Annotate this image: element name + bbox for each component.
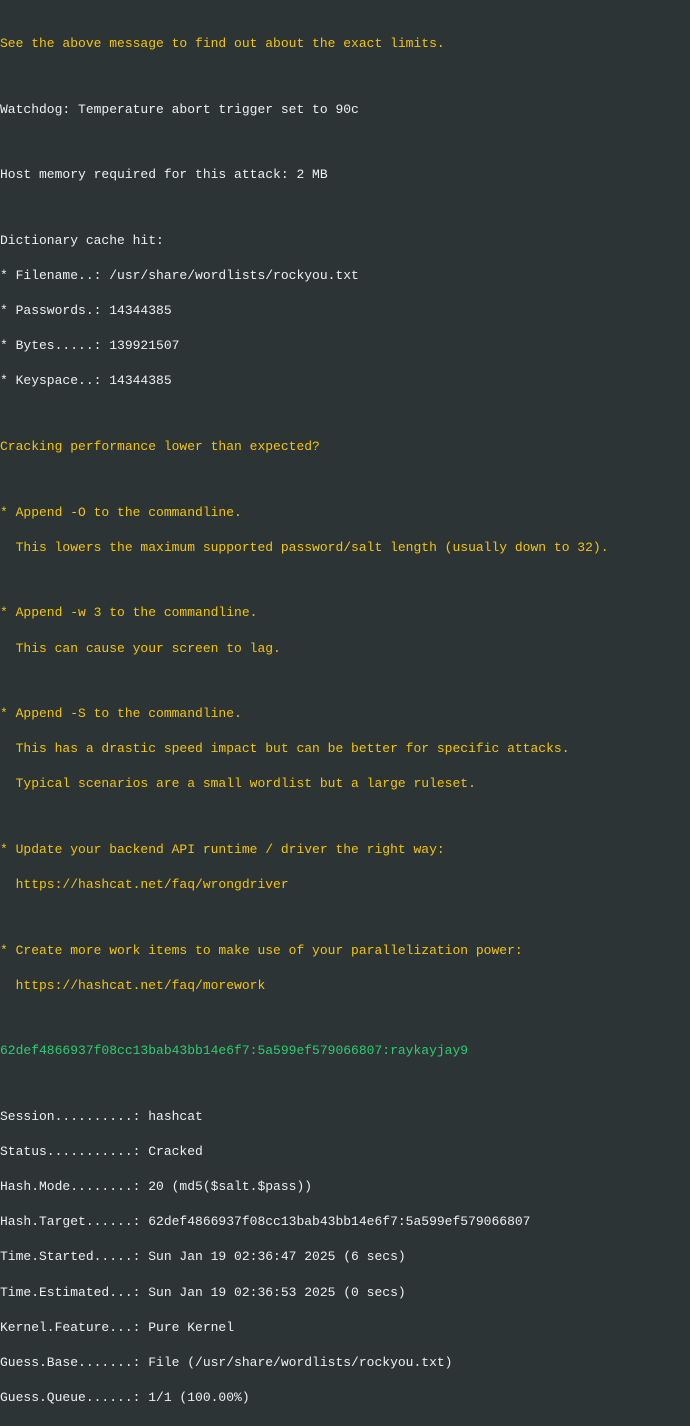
- hostmem-line: Host memory required for this attack: 2 …: [0, 166, 690, 184]
- guessbase-line: Guess.Base.......: File (/usr/share/word…: [0, 1354, 690, 1372]
- more-work: * Create more work items to make use of …: [0, 942, 690, 960]
- more-work-url: https://hashcat.net/faq/morework: [0, 977, 690, 995]
- update-api-url: https://hashcat.net/faq/wrongdriver: [0, 876, 690, 894]
- perf-warning: Cracking performance lower than expected…: [0, 438, 690, 456]
- warning-limits: See the above message to find out about …: [0, 35, 690, 53]
- append-w-2: This can cause your screen to lag.: [0, 640, 690, 658]
- append-w-1: * Append -w 3 to the commandline.: [0, 604, 690, 622]
- speed-line: Speed.#1.........: 762.6 kH/s (0.57ms) @…: [0, 1424, 690, 1426]
- status-line: Status...........: Cracked: [0, 1143, 690, 1161]
- append-s-3: Typical scenarios are a small wordlist b…: [0, 775, 690, 793]
- hash-cracked-result: 62def4866937f08cc13bab43bb14e6f7:5a599ef…: [0, 1042, 690, 1060]
- session-line: Session..........: hashcat: [0, 1108, 690, 1126]
- append-s-1: * Append -S to the commandline.: [0, 705, 690, 723]
- kernel-line: Kernel.Feature...: Pure Kernel: [0, 1319, 690, 1337]
- hashtarget-line: Hash.Target......: 62def4866937f08cc13ba…: [0, 1213, 690, 1231]
- timeest-line: Time.Estimated...: Sun Jan 19 02:36:53 2…: [0, 1284, 690, 1302]
- update-api: * Update your backend API runtime / driv…: [0, 841, 690, 859]
- dict-keyspace: * Keyspace..: 14344385: [0, 372, 690, 390]
- guessqueue-line: Guess.Queue......: 1/1 (100.00%): [0, 1389, 690, 1407]
- dict-bytes: * Bytes.....: 139921507: [0, 337, 690, 355]
- hashmode-line: Hash.Mode........: 20 (md5($salt.$pass)): [0, 1178, 690, 1196]
- append-o-2: This lowers the maximum supported passwo…: [0, 539, 690, 557]
- timestart-line: Time.Started.....: Sun Jan 19 02:36:47 2…: [0, 1248, 690, 1266]
- dict-filename: * Filename..: /usr/share/wordlists/rocky…: [0, 267, 690, 285]
- append-o-1: * Append -O to the commandline.: [0, 504, 690, 522]
- append-s-2: This has a drastic speed impact but can …: [0, 740, 690, 758]
- dict-passwords: * Passwords.: 14344385: [0, 302, 690, 320]
- watchdog-line: Watchdog: Temperature abort trigger set …: [0, 101, 690, 119]
- dict-hit: Dictionary cache hit:: [0, 232, 690, 250]
